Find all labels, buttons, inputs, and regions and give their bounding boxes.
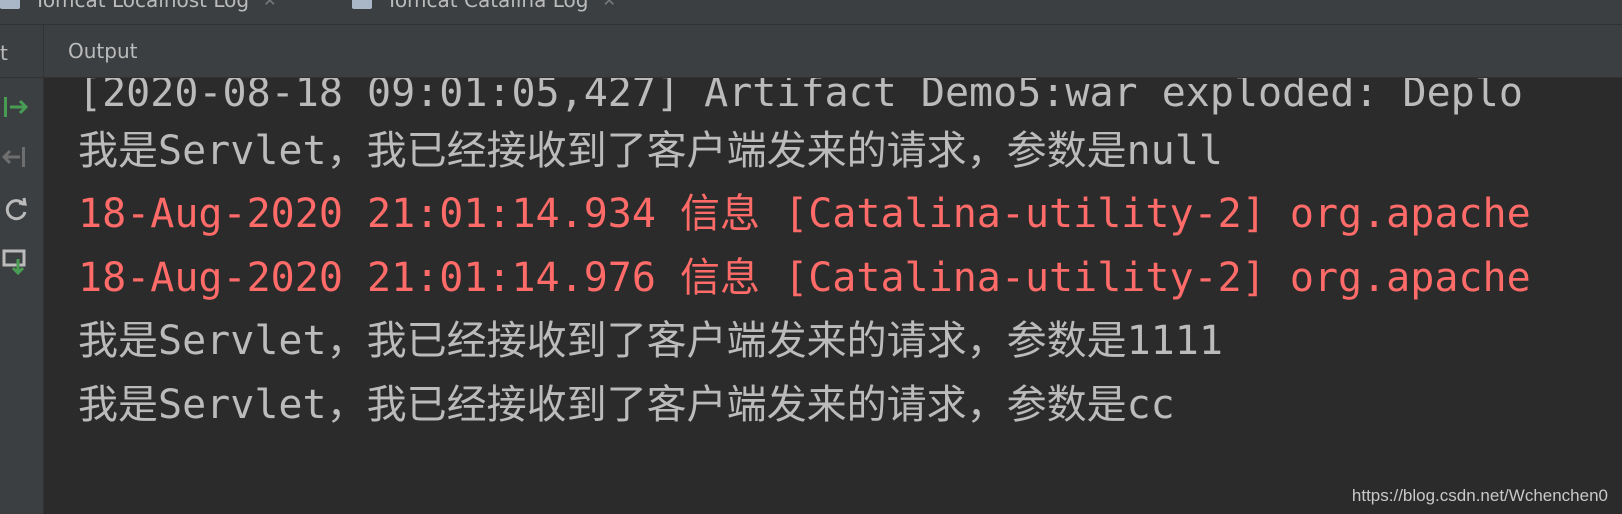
left-toolbar: t: [0, 25, 44, 514]
console-output[interactable]: [2020-08-18 09:01:05,427] Artifact Demo5…: [44, 78, 1622, 514]
close-icon[interactable]: ✕: [602, 0, 615, 10]
close-icon[interactable]: ✕: [263, 0, 276, 10]
restore-icon[interactable]: [0, 245, 32, 277]
tab-tomcat-catalina-log[interactable]: Tomcat Catalina Log ✕: [352, 0, 616, 14]
tab-tomcat-localhost-log[interactable]: Tomcat Localhost Log ✕: [0, 0, 276, 14]
undeploy-icon[interactable]: [0, 141, 32, 173]
log-file-icon: [0, 0, 20, 9]
log-line-error: 18-Aug-2020 21:01:14.934 信息 [Catalina-ut…: [78, 191, 1531, 237]
log-line: 我是Servlet，我已经接收到了客户端发来的请求，参数是cc: [78, 382, 1175, 428]
log-line: 我是Servlet，我已经接收到了客户端发来的请求，参数是1111: [78, 318, 1223, 364]
log-line: 我是Servlet，我已经接收到了客户端发来的请求，参数是null: [78, 128, 1223, 174]
output-header: Output: [44, 25, 1622, 78]
tab-strip: Tomcat Localhost Log ✕ Tomcat Catalina L…: [0, 0, 1622, 25]
deploy-icon[interactable]: [0, 91, 32, 123]
divider: [0, 77, 43, 78]
tab-label: Tomcat Localhost Log: [34, 0, 250, 12]
log-line: [2020-08-18 09:01:05,427] Artifact Demo5…: [78, 78, 1523, 116]
log-file-icon: [352, 0, 372, 9]
watermark-text: https://blog.csdn.net/Wchenchen0: [1351, 486, 1608, 505]
gutter-label: t: [0, 41, 8, 65]
panel-title: Output: [68, 39, 138, 63]
tab-label: Tomcat Catalina Log: [386, 0, 589, 12]
output-window: Tomcat Localhost Log ✕ Tomcat Catalina L…: [0, 0, 1622, 514]
update-icon[interactable]: [0, 193, 32, 225]
log-line-error: 18-Aug-2020 21:01:14.976 信息 [Catalina-ut…: [78, 255, 1531, 301]
